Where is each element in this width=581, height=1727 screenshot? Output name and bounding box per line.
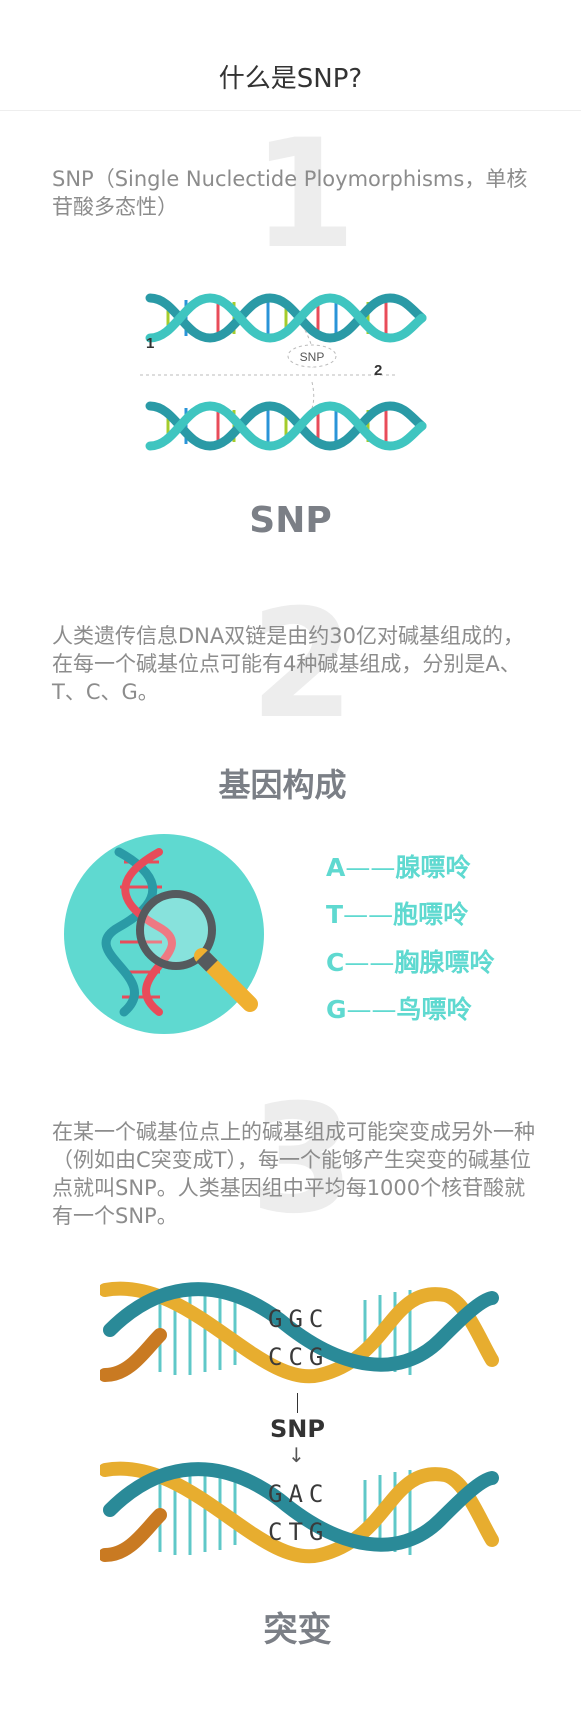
dna-helix-top xyxy=(145,293,427,343)
base-name: 鸟嘌呤 xyxy=(396,995,472,1024)
base-name: 胞嘌呤 xyxy=(393,900,469,929)
dna-before-mutation xyxy=(100,1281,499,1384)
base-letter: G xyxy=(326,995,347,1024)
seq-before-bottom: CCG xyxy=(268,1343,330,1371)
seq-after-bottom: CTG xyxy=(268,1518,330,1546)
base-dash: —— xyxy=(343,900,394,929)
dna-helix-bottom xyxy=(145,401,427,451)
strand-label-2: 2 xyxy=(374,362,382,379)
dna-after-mutation xyxy=(100,1461,499,1564)
magnifier-dna-illustration xyxy=(64,834,264,1034)
base-dash: —— xyxy=(344,948,395,977)
snp-arrow-label: SNP xyxy=(270,1415,325,1443)
arrow-line xyxy=(297,1393,298,1413)
snp-marker-label: SNP xyxy=(300,350,325,364)
base-letter: T xyxy=(326,900,344,929)
section-1-caption: SNP xyxy=(249,500,332,541)
base-dash: —— xyxy=(345,853,396,882)
strand-label-1: 1 xyxy=(146,335,154,352)
seq-after-top: GAC xyxy=(268,1480,330,1508)
base-row-c: C——胸腺嘌呤 xyxy=(326,943,494,979)
section-1-text: SNP（Single Nuclectide Ploymorphisms，单核苷酸… xyxy=(52,167,528,219)
gene-composition-heading: 基因构成 xyxy=(218,766,347,804)
base-name: 腺嘌呤 xyxy=(395,853,471,882)
page-title: 什么是SNP? xyxy=(218,64,363,94)
dna-snp-diagram: SNP 1 2 xyxy=(140,293,427,451)
mutation-caption: 突变 xyxy=(263,1610,332,1650)
base-name: 胸腺嘌呤 xyxy=(394,948,495,977)
base-letter: C xyxy=(326,948,345,977)
base-letter: A xyxy=(326,853,346,882)
base-row-t: T——胞嘌呤 xyxy=(326,895,468,931)
base-dash: —— xyxy=(346,995,397,1024)
section-3-text: 在某一个碱基位点上的碱基组成可能突变成另外一种（例如由C突变成T），每一个能够产… xyxy=(52,1120,535,1228)
base-row-a: A——腺嘌呤 xyxy=(326,848,470,884)
base-row-g: G——鸟嘌呤 xyxy=(326,990,472,1026)
seq-before-top: GGC xyxy=(268,1305,330,1333)
section-2-text: 人类遗传信息DNA双链是由约30亿对碱基组成的，在每一个碱基位点可能有4种碱基组… xyxy=(52,624,524,704)
